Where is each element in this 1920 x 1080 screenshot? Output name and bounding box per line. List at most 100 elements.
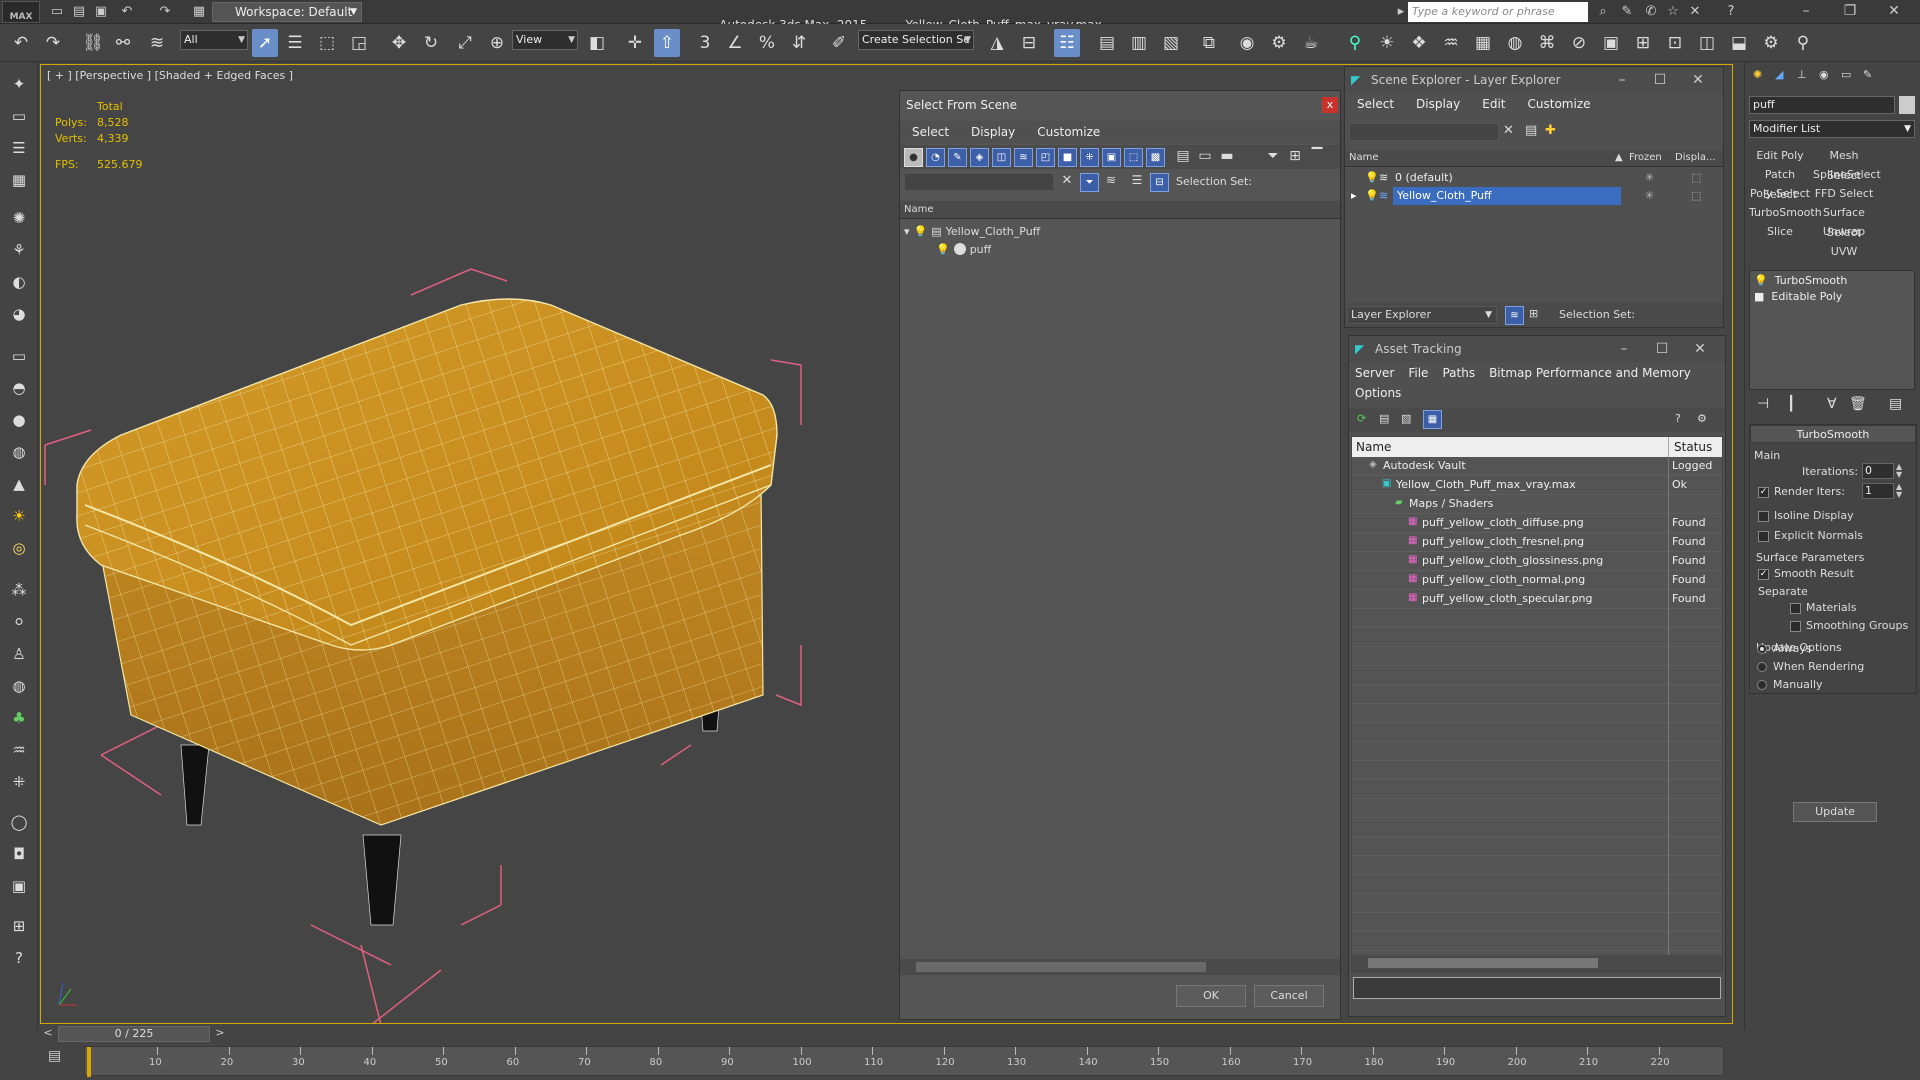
search-options-icon[interactable]: ⏷ xyxy=(1080,173,1099,192)
modifier-button[interactable]: SplineSelect xyxy=(1813,165,1881,185)
layers-toggle-icon[interactable]: ≋ xyxy=(1505,306,1524,325)
display-none-icon[interactable]: ▭ xyxy=(1196,148,1214,166)
selection-set-icon[interactable]: ⊟ xyxy=(1150,173,1169,192)
project-folder-icon[interactable]: ▦ xyxy=(190,3,208,21)
menu-bitmap-performance[interactable]: Bitmap Performance and Memory xyxy=(1489,366,1691,380)
horizontal-scrollbar[interactable] xyxy=(900,959,1340,975)
modifier-button[interactable]: Slice xyxy=(1749,222,1811,242)
geosphere-icon[interactable]: ◍ xyxy=(6,440,32,464)
add-to-layer-icon[interactable]: ✚ xyxy=(1545,123,1563,138)
vray-sun-icon[interactable]: ☀ xyxy=(1374,29,1400,57)
asset-row[interactable] xyxy=(1352,894,1722,913)
hair-icon[interactable]: ♒ xyxy=(6,738,32,762)
render-icon[interactable]: ☕ xyxy=(1298,29,1324,57)
systems-icon[interactable]: ◕ xyxy=(6,302,32,326)
track-view-icon[interactable]: ▤ xyxy=(48,1048,61,1064)
group-filter-icon[interactable]: ◰ xyxy=(1036,148,1055,167)
cone-icon[interactable]: ▲ xyxy=(6,472,32,496)
asset-row[interactable] xyxy=(1352,913,1722,932)
new-layer-icon[interactable]: ▤ xyxy=(1525,123,1543,138)
reference-coord-dropdown[interactable]: View ▼ xyxy=(512,30,578,50)
character-icon[interactable]: ♙ xyxy=(6,642,32,666)
new-file-icon[interactable]: ▭ xyxy=(48,3,66,21)
binoculars-icon[interactable]: ⌕ xyxy=(1594,3,1612,21)
minimize-icon[interactable]: – xyxy=(1605,336,1643,362)
menu-display[interactable]: Display xyxy=(1416,93,1460,115)
favorites-star-icon[interactable]: ☆ xyxy=(1664,3,1682,21)
find-input[interactable] xyxy=(904,173,1054,191)
asset-row[interactable] xyxy=(1352,818,1722,837)
create-icon[interactable]: ✦ xyxy=(6,72,32,96)
menu-paths[interactable]: Paths xyxy=(1442,366,1475,380)
isoline-checkbox[interactable] xyxy=(1758,510,1769,522)
restore-icon[interactable]: ☐ xyxy=(1643,336,1681,362)
track-bar[interactable]: 10 20 30 40 50 60 70 80 90 100 110 120 130 140 150 160 1… xyxy=(84,1046,1724,1077)
snaps-toggle-icon[interactable]: 3 xyxy=(692,29,718,57)
frozen-snowflake-icon[interactable]: ✳ xyxy=(1645,171,1654,184)
spinner-arrows-icon[interactable]: ▲ ▼ xyxy=(1896,463,1902,479)
rotate-icon[interactable]: ↻ xyxy=(418,29,444,57)
light-filter-icon[interactable]: ✎ xyxy=(948,148,967,167)
horizontal-scrollbar[interactable] xyxy=(1352,955,1722,971)
object-name-field[interactable]: puff xyxy=(1749,96,1895,114)
expand-arrow-icon[interactable]: ▾ xyxy=(904,225,910,238)
hidden-filter-icon[interactable]: ▩ xyxy=(1146,148,1165,167)
exchange-icon[interactable]: ✕ xyxy=(1686,3,1704,21)
menu-select[interactable]: Select xyxy=(1357,93,1394,115)
spacewarp-icon[interactable]: ◐ xyxy=(6,270,32,294)
invert-display-icon[interactable]: ▬ xyxy=(1218,148,1236,166)
dome-icon[interactable]: ◓ xyxy=(6,376,32,400)
layer-stack-icon[interactable]: ≋ xyxy=(1102,173,1120,191)
cancel-button[interactable]: Cancel xyxy=(1254,985,1324,1007)
render-iters-checkbox[interactable]: ✓ xyxy=(1758,486,1769,498)
visibility-bulb-icon[interactable]: 💡 xyxy=(1365,189,1379,202)
restore-icon[interactable]: ☐ xyxy=(1641,67,1679,93)
configure-sets-icon[interactable]: ▤ xyxy=(1889,396,1902,412)
foliage-icon[interactable]: ♣ xyxy=(6,706,32,730)
asset-row[interactable] xyxy=(1352,723,1722,742)
layer-explorer-icon[interactable]: ▤ xyxy=(1094,29,1120,57)
modifier-button[interactable]: TurboSmooth xyxy=(1749,203,1822,223)
minimize-icon[interactable]: – xyxy=(1784,0,1828,24)
search-input[interactable]: Type a keyword or phrase xyxy=(1408,2,1588,22)
vray-frame-buffer-icon[interactable]: ▣ xyxy=(1598,29,1624,57)
placement-icon[interactable]: ⊕ xyxy=(484,29,510,57)
bones-icon[interactable]: ⚪ xyxy=(6,610,32,634)
pin-stack-icon[interactable]: ⊣ xyxy=(1757,396,1769,412)
filter-icon[interactable]: ⏷ xyxy=(1264,148,1282,166)
redo-icon[interactable]: ↷ xyxy=(156,3,174,21)
help-icon[interactable]: ? xyxy=(1675,412,1681,425)
restore-icon[interactable]: ❐ xyxy=(1828,0,1872,24)
help-icon[interactable]: ? xyxy=(1722,3,1740,21)
select-manipulate-icon[interactable]: ✛ xyxy=(622,29,648,57)
materials-checkbox[interactable] xyxy=(1790,602,1801,614)
ok-button[interactable]: OK xyxy=(1176,985,1246,1007)
make-unique-icon[interactable]: ∀ xyxy=(1827,396,1837,412)
explicit-normals-checkbox[interactable] xyxy=(1758,530,1769,542)
collapse-box-icon[interactable]: ■ xyxy=(1754,290,1764,303)
hierarchy-tab-icon[interactable]: ⊥ xyxy=(1797,68,1807,81)
vray-physical-icon[interactable]: ⚲ xyxy=(1790,29,1816,57)
select-by-name-icon[interactable]: ☰ xyxy=(282,29,308,57)
close-icon[interactable]: ✕ xyxy=(1872,0,1916,24)
scrollbar-thumb[interactable] xyxy=(1368,958,1598,968)
refresh-icon[interactable]: ⟳ xyxy=(1357,412,1366,425)
globe-icon[interactable]: ◍ xyxy=(6,674,32,698)
render-iters-spinner[interactable]: 1 xyxy=(1862,483,1894,499)
move-icon[interactable]: ✥ xyxy=(386,29,412,57)
update-always-radio[interactable] xyxy=(1757,644,1767,654)
stack-item-turbosmooth[interactable]: 💡 TurboSmooth xyxy=(1754,274,1847,287)
asset-row[interactable]: ◈ Autodesk Vault Logged xyxy=(1352,457,1722,476)
display-tab-icon[interactable]: ▭ xyxy=(1841,68,1851,81)
helper-filter-icon[interactable]: ◫ xyxy=(992,148,1011,167)
asset-row[interactable] xyxy=(1352,666,1722,685)
curve-editor-icon[interactable]: ▧ xyxy=(1158,29,1184,57)
frozen-filter-icon[interactable]: ⬚ xyxy=(1124,148,1143,167)
align-icon[interactable]: ⊟ xyxy=(1016,29,1042,57)
graphite-ribbon-icon[interactable]: ▥ xyxy=(1126,29,1152,57)
unlink-icon[interactable]: ⚯ xyxy=(110,29,136,57)
column-name[interactable]: Name xyxy=(900,201,1340,219)
menu-customize[interactable]: Customize xyxy=(1037,121,1100,143)
rect-selection-icon[interactable]: ⬚ xyxy=(314,29,340,57)
bind-spacewarp-icon[interactable]: ≋ xyxy=(144,29,170,57)
